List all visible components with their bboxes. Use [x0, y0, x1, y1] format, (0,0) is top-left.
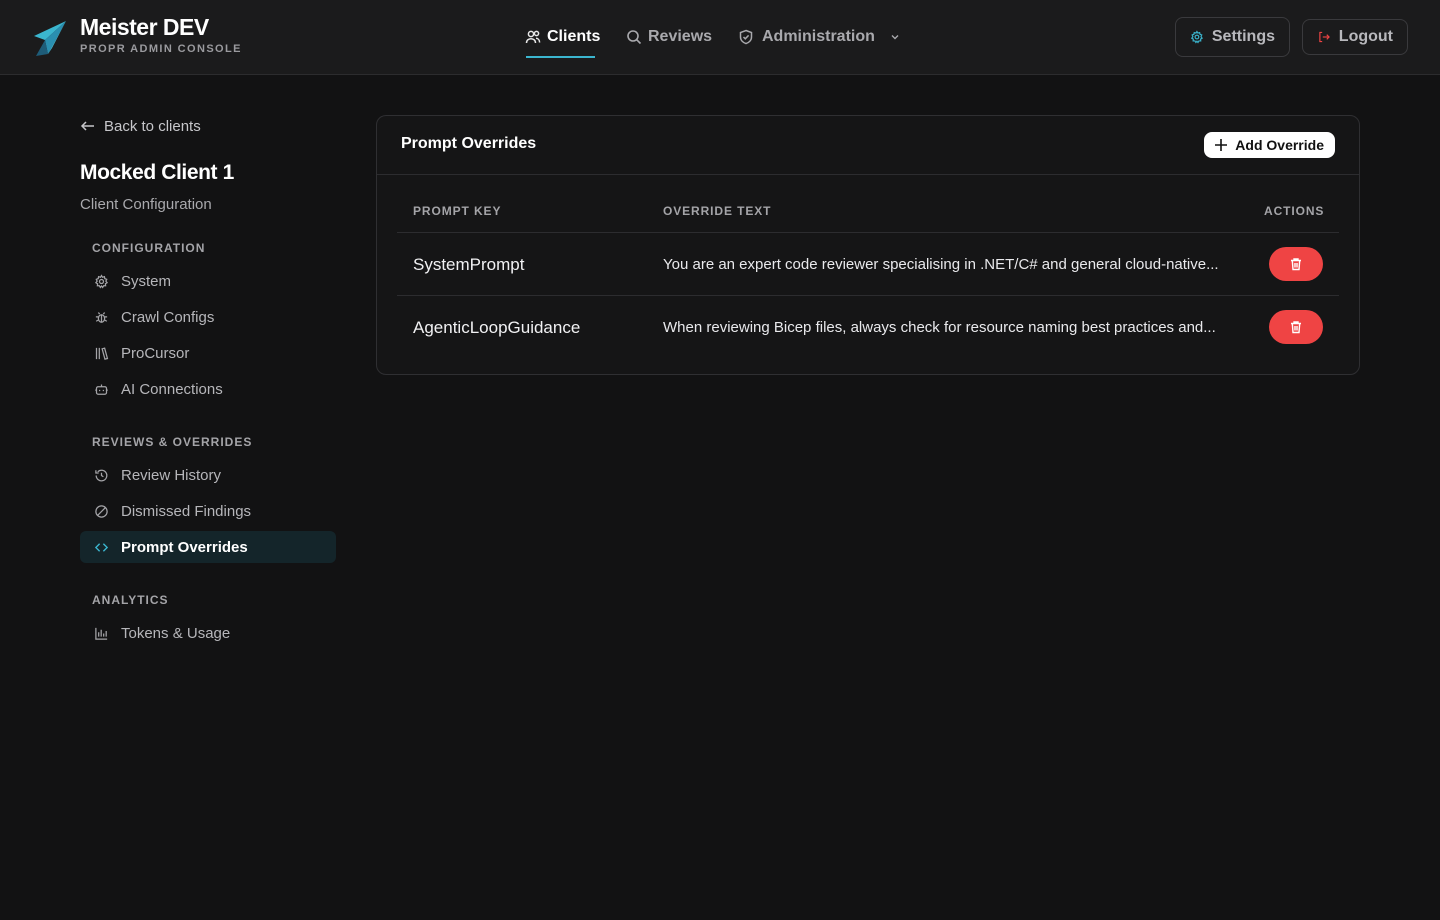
- brand-subtitle: PROPR ADMIN CONSOLE: [80, 43, 242, 55]
- search-icon: [627, 30, 642, 45]
- paper-plane-logo-icon[interactable]: [32, 18, 68, 58]
- prompt-key-cell: SystemPrompt: [413, 255, 525, 274]
- settings-button-label: Settings: [1211, 28, 1275, 45]
- sidebar-item-label: ProCursor: [121, 344, 190, 362]
- users-icon: [525, 30, 541, 44]
- plus-icon: [1215, 139, 1228, 151]
- logout-button[interactable]: Logout: [1302, 19, 1408, 55]
- prompt-overrides-card: Prompt Overrides Add Override PROMPT KEY…: [376, 115, 1360, 375]
- library-icon: [95, 346, 109, 360]
- sidebar-item-label: AI Connections: [121, 380, 223, 398]
- prompt-key-cell: AgenticLoopGuidance: [413, 318, 581, 337]
- sidebar-item-system[interactable]: System: [80, 265, 336, 297]
- nav-reviews-label: Reviews: [648, 28, 713, 45]
- nav-administration-label: Administration: [762, 28, 875, 45]
- row-divider: [397, 295, 1339, 296]
- override-text-cell: You are an expert code reviewer speciali…: [663, 256, 1219, 273]
- column-header-actions: ACTIONS: [1264, 204, 1325, 218]
- section-analytics: ANALYTICS: [92, 593, 169, 607]
- nav-administration[interactable]: Administration: [738, 26, 901, 48]
- gear-icon: [1190, 30, 1203, 44]
- header-divider: [397, 232, 1339, 233]
- column-header-override-text[interactable]: OVERRIDE TEXT: [663, 204, 771, 218]
- sidebar-item-ai-connections[interactable]: AI Connections: [80, 373, 336, 405]
- sidebar-item-label: Crawl Configs: [121, 308, 215, 326]
- history-icon: [95, 469, 108, 481]
- sidebar-item-crawl-configs[interactable]: Crawl Configs: [80, 301, 336, 333]
- sidebar-item-label: Prompt Overrides: [121, 538, 248, 556]
- delete-override-button[interactable]: [1269, 247, 1323, 281]
- shield-icon: [739, 29, 753, 45]
- trash-icon: [1291, 258, 1301, 271]
- bot-icon: [95, 384, 108, 395]
- sidebar-item-dismissed-findings[interactable]: Dismissed Findings: [80, 495, 336, 527]
- settings-button[interactable]: Settings: [1175, 17, 1290, 57]
- ban-icon: [95, 504, 108, 518]
- column-header-prompt-key[interactable]: PROMPT KEY: [413, 204, 501, 218]
- back-to-clients-label: Back to clients: [104, 117, 201, 135]
- card-divider: [377, 174, 1359, 175]
- add-override-label: Add Override: [1235, 137, 1324, 153]
- back-to-clients-link[interactable]: Back to clients: [80, 116, 201, 136]
- sidebar-item-prompt-overrides[interactable]: Prompt Overrides: [80, 531, 336, 563]
- nav-active-indicator: [526, 56, 595, 58]
- client-name: Mocked Client 1: [80, 161, 234, 184]
- top-bar: Meister DEV PROPR ADMIN CONSOLE Clients …: [0, 0, 1440, 75]
- brand-title: Meister DEV: [80, 14, 209, 40]
- chart-icon: [95, 627, 108, 640]
- trash-icon: [1291, 321, 1301, 334]
- sidebar-item-label: System: [121, 272, 172, 290]
- chevron-down-icon: [891, 35, 899, 40]
- delete-override-button[interactable]: [1269, 310, 1323, 344]
- logout-icon: [1319, 31, 1330, 43]
- section-configuration: CONFIGURATION: [92, 241, 206, 255]
- sidebar-item-label: Dismissed Findings: [121, 502, 252, 520]
- nav-reviews[interactable]: Reviews: [626, 26, 712, 48]
- sidebar-item-tokens-usage[interactable]: Tokens & Usage: [80, 617, 336, 649]
- section-reviews-overrides: REVIEWS & OVERRIDES: [92, 435, 253, 449]
- client-subtitle: Client Configuration: [80, 196, 212, 213]
- bug-icon: [95, 311, 108, 323]
- nav-clients[interactable]: Clients: [525, 26, 600, 48]
- code-icon: [94, 542, 109, 552]
- sidebar-item-label: Review History: [121, 466, 222, 484]
- card-title: Prompt Overrides: [401, 135, 537, 152]
- logout-button-label: Logout: [1338, 28, 1393, 45]
- nav-clients-label: Clients: [547, 28, 601, 45]
- sidebar-item-review-history[interactable]: Review History: [80, 459, 336, 491]
- override-text-cell: When reviewing Bicep files, always check…: [663, 319, 1216, 336]
- arrow-left-icon: [80, 121, 94, 131]
- sidebar-item-procursor[interactable]: ProCursor: [80, 337, 336, 369]
- gear-icon: [94, 273, 109, 289]
- sidebar-item-label: Tokens & Usage: [121, 624, 231, 642]
- add-override-button[interactable]: Add Override: [1204, 132, 1335, 158]
